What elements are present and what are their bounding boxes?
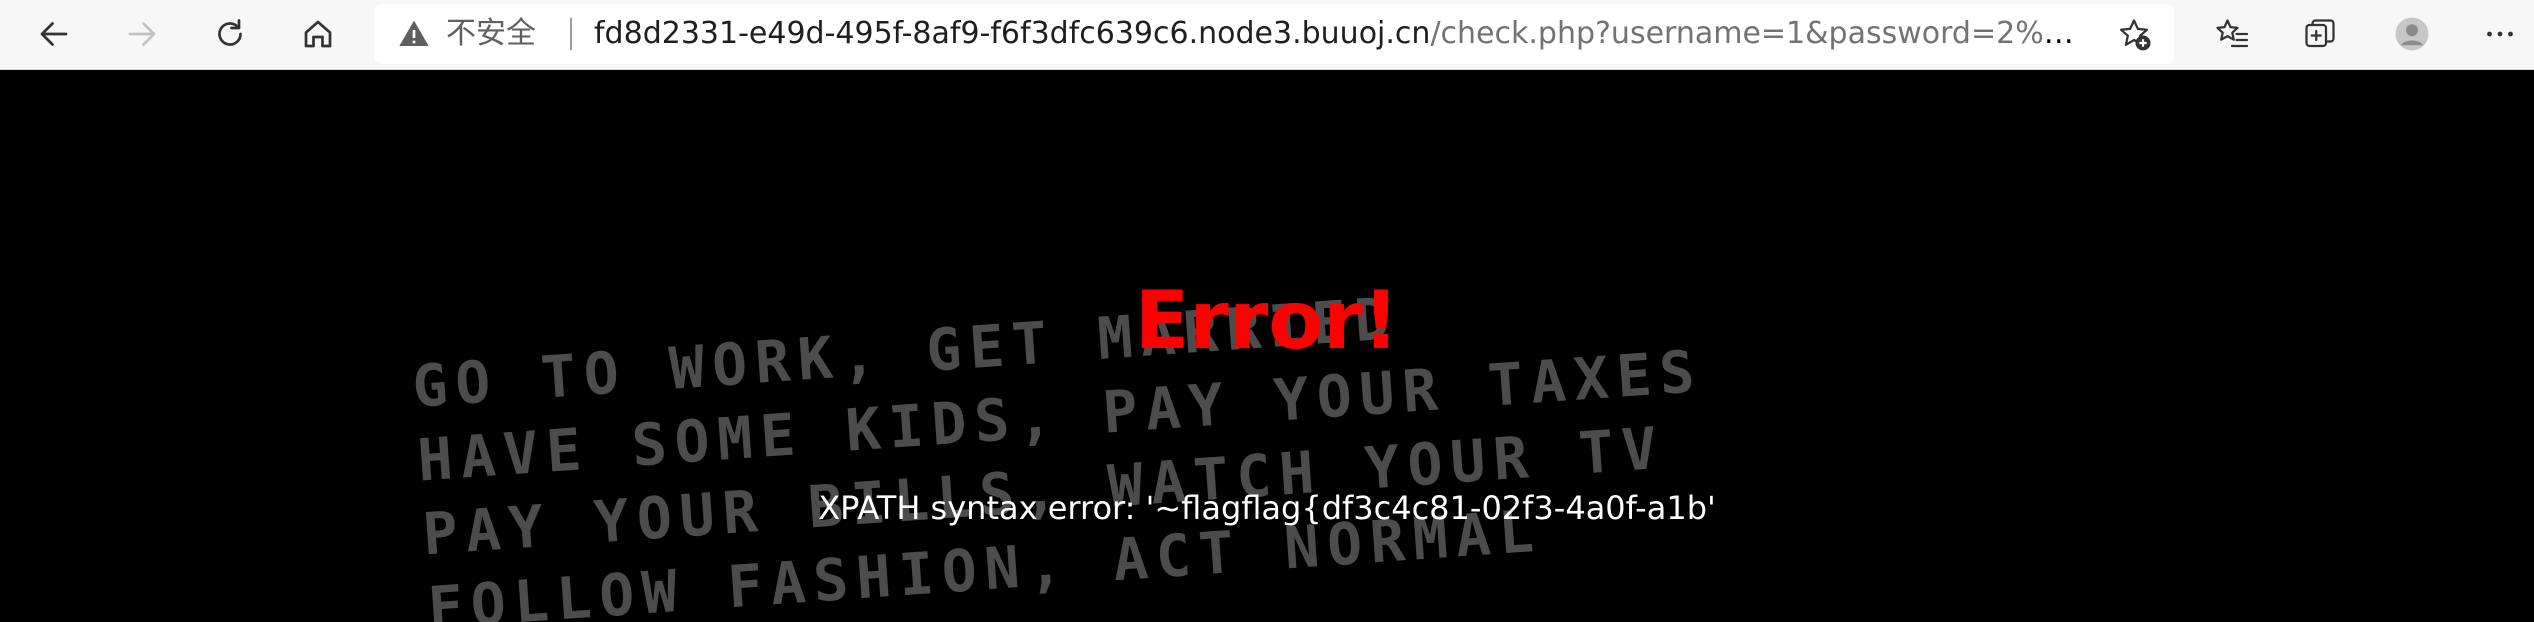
profile-button[interactable] xyxy=(2386,8,2438,60)
home-icon xyxy=(304,20,332,48)
address-separator xyxy=(570,18,572,50)
back-button[interactable] xyxy=(28,8,80,60)
refresh-button[interactable] xyxy=(204,8,256,60)
arrow-right-icon xyxy=(128,22,156,46)
favorites-list-icon xyxy=(2216,19,2249,48)
address-bar[interactable]: 不安全 fd8d2331-e49d-495f-8af9-f6f3dfc639c6… xyxy=(374,4,2174,64)
arrow-left-icon xyxy=(40,22,68,46)
security-label[interactable]: 不安全 xyxy=(446,16,536,52)
menu-button[interactable] xyxy=(2474,8,2526,60)
url-text[interactable]: fd8d2331-e49d-495f-8af9-f6f3dfc639c6.nod… xyxy=(594,16,2074,52)
star-plus-icon[interactable] xyxy=(2116,16,2152,52)
error-title: Error! xyxy=(1134,274,1400,367)
error-message: XPATH syntax error: '~flagflag{df3c4c81-… xyxy=(818,489,1716,527)
refresh-icon xyxy=(218,19,242,46)
favorites-button[interactable] xyxy=(2206,8,2258,60)
warning-icon[interactable] xyxy=(398,18,430,50)
collections-icon xyxy=(2305,19,2335,48)
page-content: GO TO WORK, GET MARRIED HAVE SOME KIDS, … xyxy=(0,70,2534,622)
more-icon xyxy=(2487,31,2513,37)
forward-button[interactable] xyxy=(116,8,168,60)
collections-button[interactable] xyxy=(2294,8,2346,60)
home-button[interactable] xyxy=(292,8,344,60)
browser-toolbar: 不安全 fd8d2331-e49d-495f-8af9-f6f3dfc639c6… xyxy=(0,0,2534,70)
url-path: /check.php?username=1&password=2%27or(ex… xyxy=(1430,16,2074,51)
avatar-icon xyxy=(2395,17,2429,51)
url-host: fd8d2331-e49d-495f-8af9-f6f3dfc639c6.nod… xyxy=(594,16,1431,51)
